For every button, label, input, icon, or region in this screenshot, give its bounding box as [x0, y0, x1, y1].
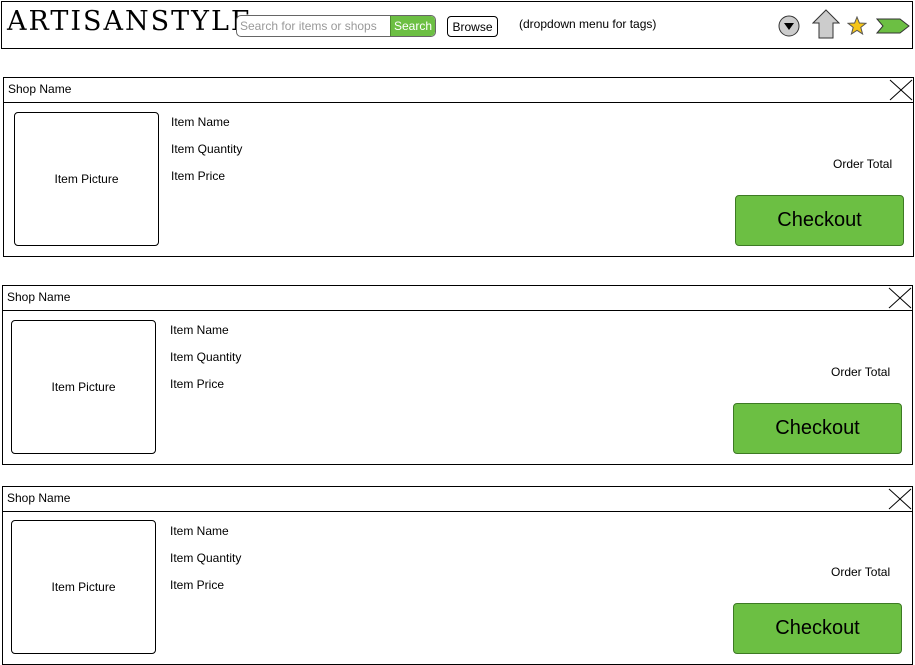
- item-picture[interactable]: Item Picture: [11, 320, 156, 454]
- order-panel: Shop Name Item Picture Item Name Item Qu…: [3, 77, 914, 257]
- item-name: Item Name: [170, 524, 229, 538]
- panel-header: Shop Name: [3, 487, 912, 512]
- site-logo[interactable]: ARTISANSTYLE: [7, 7, 253, 37]
- shop-name[interactable]: Shop Name: [7, 290, 70, 304]
- item-name: Item Name: [170, 323, 229, 337]
- browse-button[interactable]: Browse: [447, 16, 498, 37]
- shop-name[interactable]: Shop Name: [8, 82, 71, 96]
- item-price: Item Price: [171, 169, 226, 183]
- close-icon[interactable]: [888, 287, 912, 309]
- home-icon[interactable]: [812, 9, 840, 39]
- order-total: Order Total: [833, 157, 893, 171]
- order-panel: Shop Name Item Picture Item Name Item Qu…: [2, 486, 913, 665]
- order-total: Order Total: [831, 365, 891, 379]
- search-button[interactable]: Search: [390, 16, 435, 36]
- order-total: Order Total: [831, 565, 891, 579]
- item-quantity: Item Quantity: [170, 350, 242, 364]
- item-quantity: Item Quantity: [170, 551, 242, 565]
- checkout-button[interactable]: Checkout: [733, 403, 902, 454]
- panel-header: Shop Name: [3, 286, 912, 311]
- dropdown-icon[interactable]: [778, 15, 800, 37]
- close-icon[interactable]: [888, 488, 912, 510]
- item-price: Item Price: [170, 578, 225, 592]
- checkout-button[interactable]: Checkout: [733, 603, 902, 654]
- item-price: Item Price: [170, 377, 225, 391]
- item-picture[interactable]: Item Picture: [14, 112, 159, 246]
- dropdown-note: (dropdown menu for tags): [519, 17, 657, 31]
- checkout-button[interactable]: Checkout: [735, 195, 904, 246]
- header-bar: ARTISANSTYLE Search Browse (dropdown men…: [1, 1, 913, 49]
- arrow-right-icon[interactable]: [876, 16, 910, 36]
- search-box: Search: [236, 15, 436, 37]
- item-name: Item Name: [171, 115, 230, 129]
- star-icon[interactable]: [847, 16, 867, 35]
- shop-name[interactable]: Shop Name: [7, 491, 70, 505]
- item-picture[interactable]: Item Picture: [11, 520, 156, 654]
- panel-header: Shop Name: [4, 78, 913, 103]
- search-input[interactable]: [237, 16, 390, 36]
- item-quantity: Item Quantity: [171, 142, 243, 156]
- order-panel: Shop Name Item Picture Item Name Item Qu…: [2, 285, 913, 465]
- close-icon[interactable]: [889, 79, 913, 101]
